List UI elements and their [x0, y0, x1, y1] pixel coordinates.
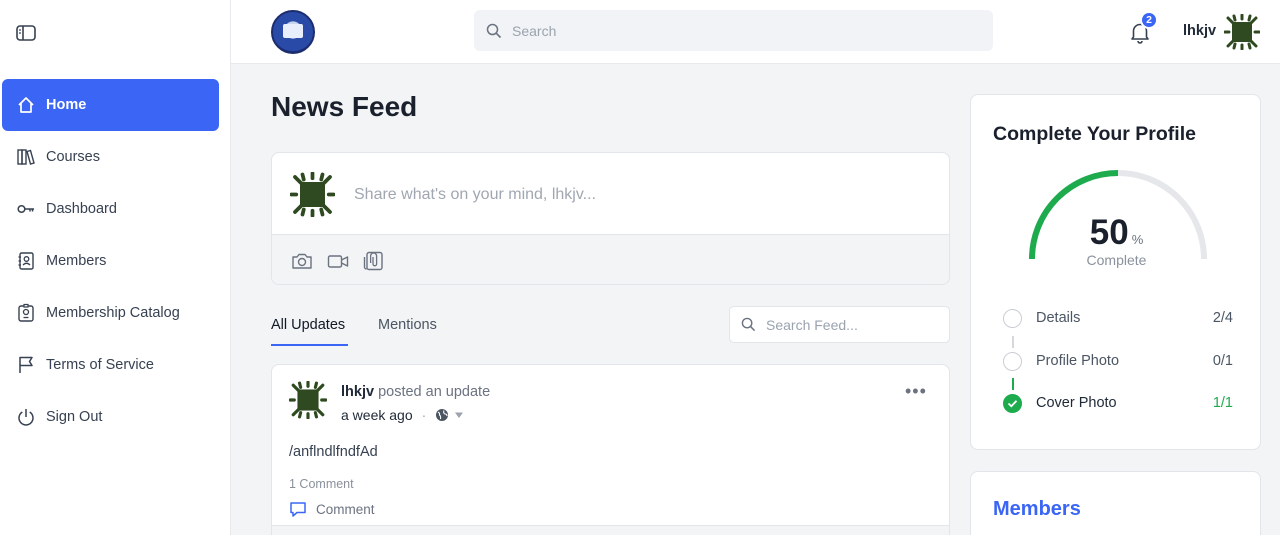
profile-step-cover-photo[interactable]: Cover Photo 1/1: [1003, 391, 1233, 415]
notification-badge: 2: [1140, 11, 1158, 29]
globe-icon[interactable]: [435, 408, 449, 422]
step-status-icon: [1003, 351, 1022, 371]
step-count: 0/1: [1212, 353, 1233, 369]
tab-all-updates[interactable]: All Updates: [271, 317, 345, 333]
avatar[interactable]: [1224, 14, 1260, 50]
profile-step-profile-photo[interactable]: Profile Photo 0/1: [1003, 349, 1233, 373]
flag-icon: [16, 355, 36, 375]
progress-value: 50%: [971, 213, 1262, 253]
step-label: Cover Photo: [1036, 395, 1117, 411]
sidebar-item-label: Members: [46, 253, 107, 269]
widget-title: Complete Your Profile: [993, 123, 1196, 145]
comment-icon: [290, 502, 306, 517]
sidebar-item-label: Dashboard: [46, 201, 117, 217]
power-icon: [16, 407, 36, 427]
profile-step-details[interactable]: Details 2/4: [1003, 306, 1233, 330]
profile-completion-widget: Complete Your Profile 50% Complete Detai…: [970, 94, 1261, 450]
post-action: posted an update: [378, 384, 491, 400]
search-icon: [741, 317, 756, 332]
sidebar-item-home[interactable]: Home: [2, 79, 219, 131]
progress-unit: %: [1131, 232, 1144, 247]
progress-percent: 50: [1089, 213, 1129, 252]
post-author[interactable]: lhkjv: [341, 384, 374, 400]
avatar: [290, 172, 335, 217]
avatar[interactable]: [289, 381, 327, 419]
activity-post: lhkjv posted an update a week ago · ••• …: [271, 364, 950, 535]
sidebar-item-sign-out[interactable]: Sign Out: [0, 391, 231, 443]
step-count: 1/1: [1212, 395, 1233, 411]
camera-icon[interactable]: [290, 250, 314, 272]
members-widget: Members: [970, 471, 1261, 535]
top-header: 2 lhkjv: [231, 0, 1280, 64]
step-status-icon: [1003, 308, 1022, 328]
site-logo[interactable]: [271, 10, 315, 54]
search-input[interactable]: [512, 22, 952, 39]
sidebar-item-membership-catalog[interactable]: Membership Catalog: [0, 287, 231, 339]
composer-toolbar: [272, 234, 949, 284]
step-count: 2/4: [1212, 310, 1233, 326]
sidebar-item-label: Courses: [46, 149, 100, 165]
sidebar-item-label: Home: [46, 97, 87, 113]
video-icon[interactable]: [326, 250, 350, 272]
post-meta: a week ago ·: [341, 407, 465, 423]
attachment-icon[interactable]: [361, 250, 385, 272]
post-composer: Share what's on your mind, lhkjv...: [271, 152, 950, 285]
post-time[interactable]: a week ago: [341, 407, 413, 423]
feed-search-input[interactable]: [766, 316, 936, 333]
sidebar-item-label: Membership Catalog: [46, 305, 180, 321]
progress-label: Complete: [1086, 252, 1147, 268]
post-comment-area: [272, 525, 949, 535]
active-tab-indicator: [271, 344, 348, 346]
sidebar-item-members[interactable]: Members: [0, 235, 231, 287]
members-title[interactable]: Members: [993, 498, 1081, 521]
step-connector: [1012, 336, 1014, 348]
sidebar-nav: Home Courses Dashboard Members Membershi…: [0, 79, 231, 443]
composer-input-area[interactable]: Share what's on your mind, lhkjv...: [272, 153, 949, 234]
tab-mentions[interactable]: Mentions: [378, 317, 437, 333]
separator-dot: ·: [421, 407, 427, 423]
feed-search: [729, 306, 950, 343]
composer-placeholder: Share what's on your mind, lhkjv...: [354, 186, 596, 203]
books-icon: [16, 147, 36, 167]
step-connector: [1012, 378, 1014, 390]
step-label: Details: [1036, 310, 1081, 326]
sidebar: Home Courses Dashboard Members Membershi…: [0, 0, 231, 535]
check-icon: [1003, 393, 1022, 413]
sidebar-item-terms-of-service[interactable]: Terms of Service: [0, 339, 231, 391]
chevron-down-icon[interactable]: [453, 410, 465, 420]
header-user-name[interactable]: lhkjv: [1183, 23, 1216, 39]
contacts-icon: [16, 251, 36, 271]
page-title: News Feed: [271, 91, 418, 122]
sidebar-toggle-icon[interactable]: [15, 22, 37, 44]
search-icon: [486, 23, 502, 38]
sidebar-item-label: Sign Out: [46, 409, 103, 425]
key-icon: [16, 199, 36, 219]
post-header: lhkjv posted an update: [341, 384, 490, 400]
id-badge-icon: [16, 303, 36, 323]
sidebar-item-dashboard[interactable]: Dashboard: [0, 183, 231, 235]
feed-tabs: All Updates Mentions: [271, 306, 571, 348]
step-label: Profile Photo: [1036, 353, 1120, 369]
global-search: [474, 10, 993, 51]
sidebar-item-courses[interactable]: Courses: [0, 131, 231, 183]
sidebar-item-label: Terms of Service: [46, 357, 154, 373]
home-icon: [16, 95, 36, 115]
comment-count[interactable]: 1 Comment: [289, 477, 354, 491]
comment-label: Comment: [316, 502, 375, 517]
more-options-icon[interactable]: •••: [905, 381, 927, 402]
comment-button[interactable]: Comment: [289, 501, 375, 518]
post-content: /anflndlfndfAd: [289, 444, 378, 460]
